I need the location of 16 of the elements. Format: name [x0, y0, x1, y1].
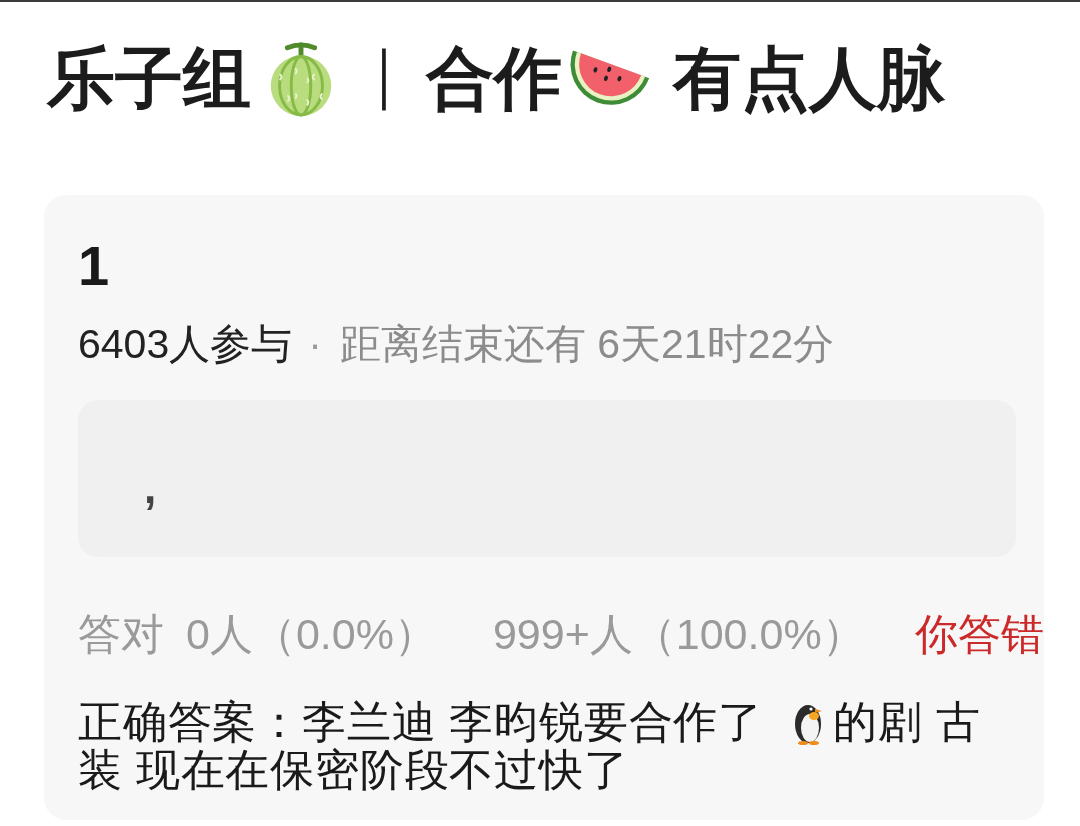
answer-text: 的剧 古 — [833, 698, 981, 746]
participants-text: 6403人参与 — [78, 320, 293, 368]
separator-dot: · — [308, 320, 322, 368]
correct-count: 0人（0.0%） — [186, 609, 437, 660]
answer-text: 正确答案：李兰迪 李昀锐要合作了 — [78, 698, 764, 746]
title-separator: ｜ — [353, 28, 414, 120]
question-text: , — [144, 466, 157, 510]
watermelon-slice-icon — [570, 50, 650, 106]
wrong-count: 999+人（100.0%） — [492, 609, 865, 660]
title-text: 合作 — [426, 44, 562, 112]
title-text: 乐子组 — [47, 44, 251, 112]
countdown-text: 距离结束还有 6天21时22分 — [339, 320, 835, 368]
question-title: 1 — [78, 238, 110, 294]
answer-text: 装 现在在保密阶段不过快了 — [78, 746, 629, 794]
correct-label: 答对 — [78, 609, 164, 660]
result-text: 你答错 — [915, 609, 1044, 660]
